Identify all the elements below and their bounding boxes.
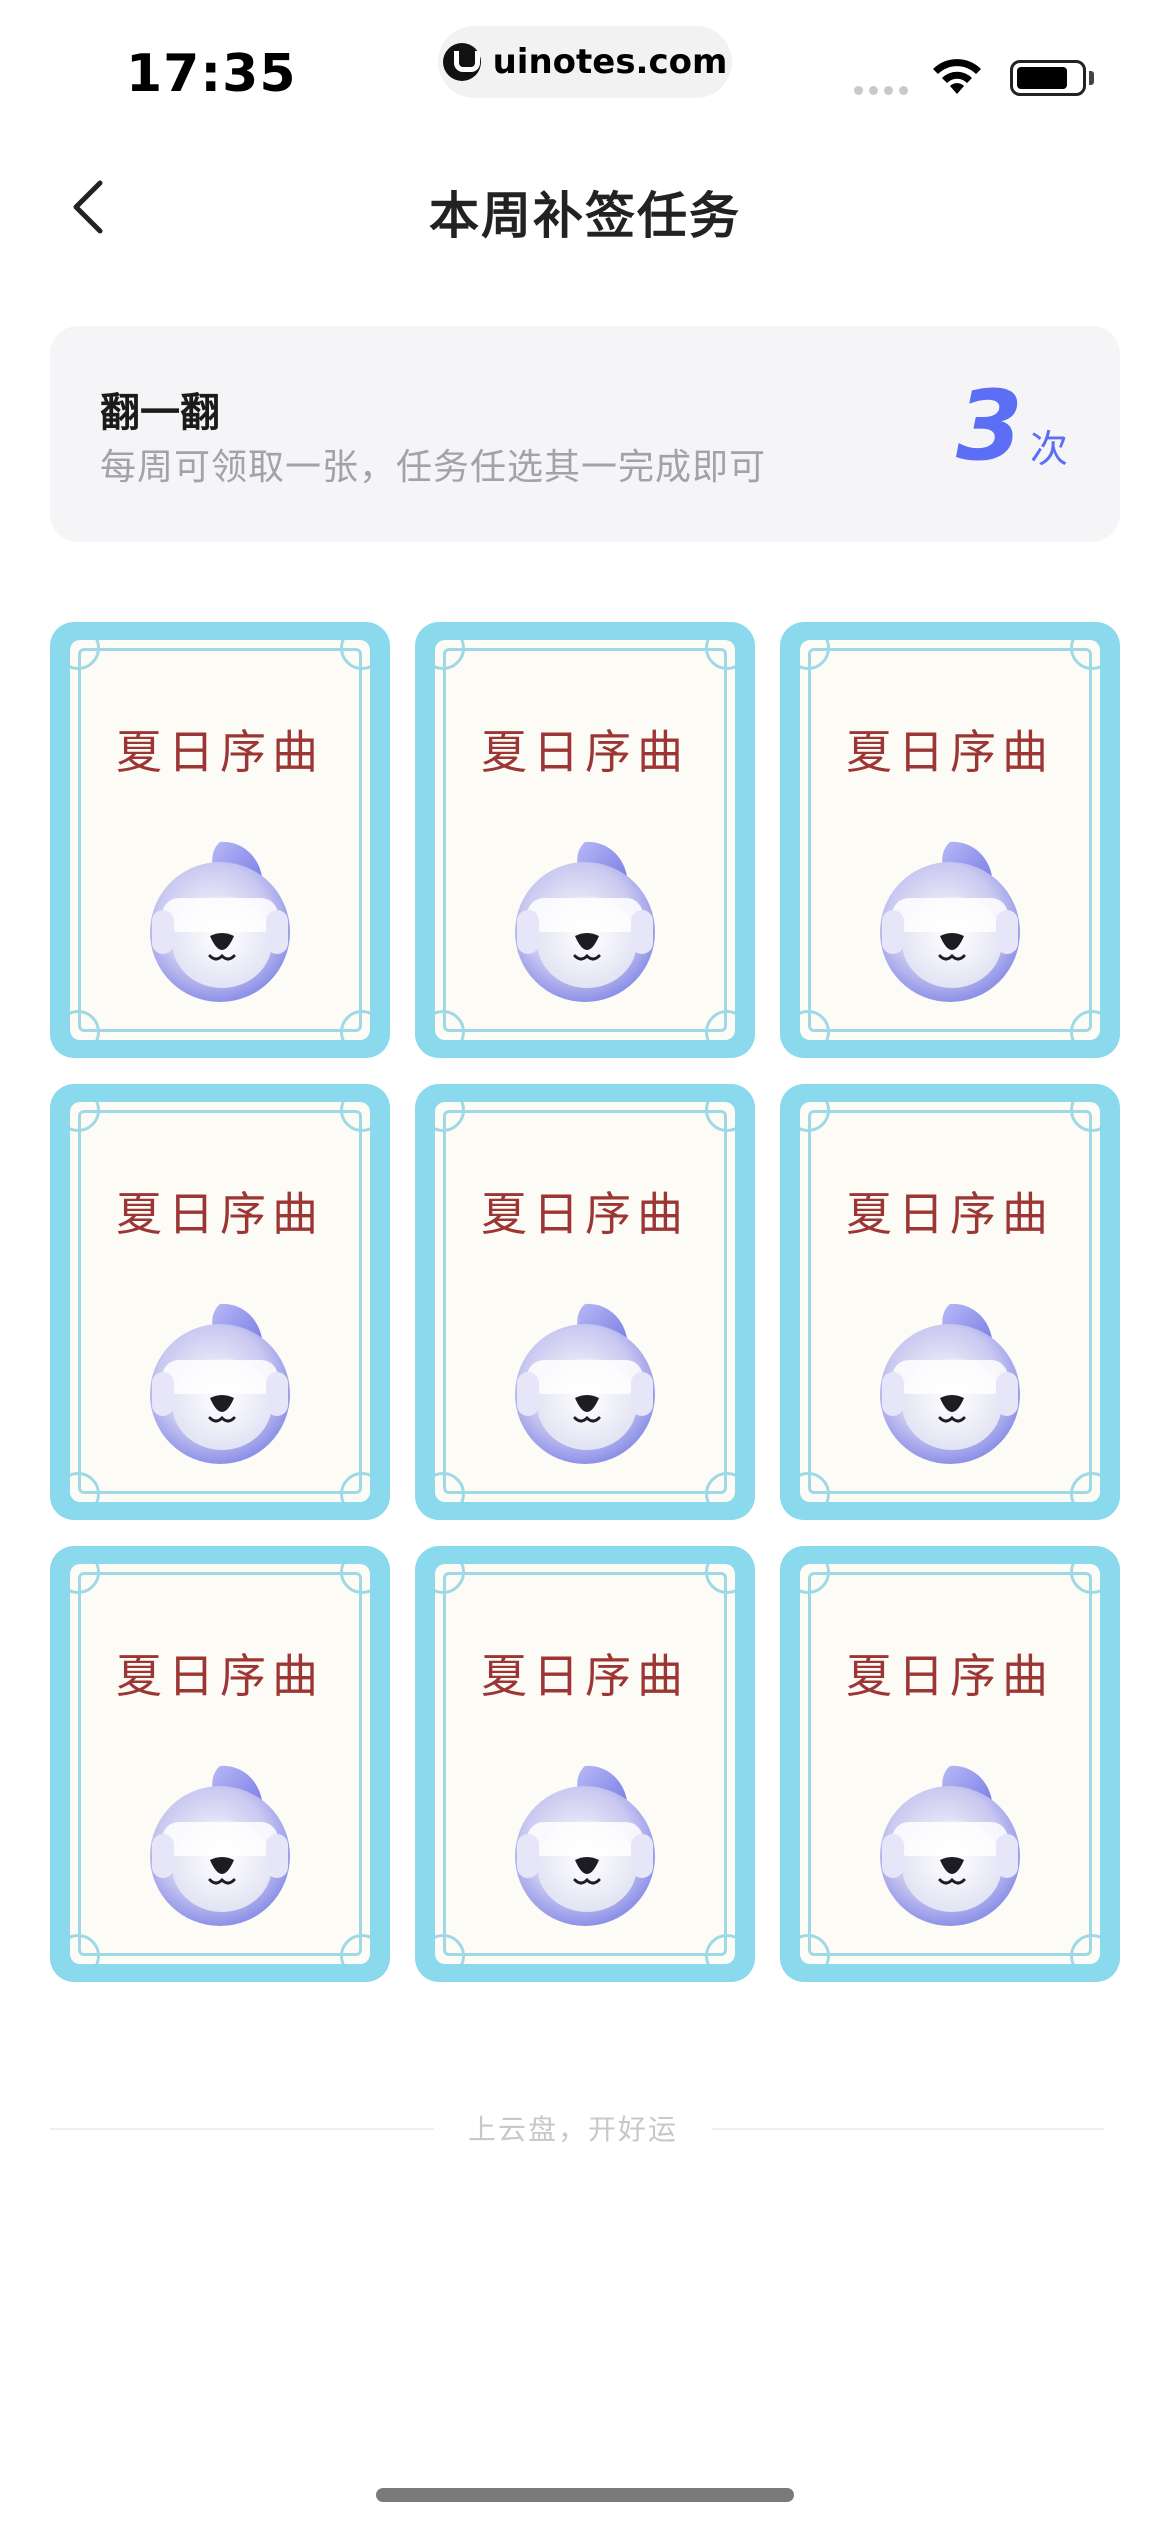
card-face: 夏日序曲 bbox=[435, 1564, 735, 1964]
card-face: 夏日序曲 bbox=[435, 1102, 735, 1502]
page-title: 本周补签任务 bbox=[429, 187, 741, 245]
flip-card[interactable]: 夏日序曲 bbox=[415, 1084, 755, 1520]
status-time: 17:35 bbox=[126, 44, 297, 104]
url-pill[interactable]: uinotes.com bbox=[438, 26, 732, 98]
mascot-icon bbox=[148, 1302, 292, 1466]
flip-card[interactable]: 夏日序曲 bbox=[50, 1546, 390, 1982]
remaining-count: 3 bbox=[956, 370, 1023, 482]
flip-card[interactable]: 夏日序曲 bbox=[780, 1546, 1120, 1982]
card-title: 夏日序曲 bbox=[116, 1649, 324, 1703]
site-logo-icon bbox=[442, 43, 481, 81]
card-face: 夏日序曲 bbox=[800, 1564, 1100, 1964]
footer-slogan: 上云盘，开好运 bbox=[50, 2108, 1104, 2148]
card-face: 夏日序曲 bbox=[70, 1564, 370, 1964]
divider bbox=[50, 2128, 434, 2130]
card-title: 夏日序曲 bbox=[846, 725, 1054, 779]
card-face: 夏日序曲 bbox=[435, 640, 735, 1040]
card-title: 夏日序曲 bbox=[846, 1187, 1054, 1241]
flip-card[interactable]: 夏日序曲 bbox=[415, 1546, 755, 1982]
count-unit: 次 bbox=[1030, 427, 1069, 471]
card-face: 夏日序曲 bbox=[70, 1102, 370, 1502]
signal-icon bbox=[854, 86, 908, 95]
mascot-icon bbox=[878, 1302, 1022, 1466]
mascot-icon bbox=[878, 1764, 1022, 1928]
card-face: 夏日序曲 bbox=[800, 1102, 1100, 1502]
flip-card[interactable]: 夏日序曲 bbox=[50, 1084, 390, 1520]
card-title: 夏日序曲 bbox=[481, 1649, 689, 1703]
mascot-icon bbox=[148, 1764, 292, 1928]
summary-card: 翻一翻 每周可领取一张，任务任选其一完成即可 3 次 bbox=[50, 326, 1120, 542]
divider bbox=[712, 2128, 1104, 2130]
home-indicator[interactable] bbox=[376, 2488, 794, 2502]
mascot-icon bbox=[148, 840, 292, 1004]
card-title: 夏日序曲 bbox=[116, 1187, 324, 1241]
card-title: 夏日序曲 bbox=[481, 1187, 689, 1241]
summary-title: 翻一翻 bbox=[100, 390, 220, 436]
mascot-icon bbox=[513, 1764, 657, 1928]
flip-card[interactable]: 夏日序曲 bbox=[780, 622, 1120, 1058]
card-title: 夏日序曲 bbox=[846, 1649, 1054, 1703]
url-text: uinotes.com bbox=[492, 42, 728, 82]
mascot-icon bbox=[513, 840, 657, 1004]
footer-text: 上云盘，开好运 bbox=[467, 2113, 678, 2146]
flip-card[interactable]: 夏日序曲 bbox=[780, 1084, 1120, 1520]
card-face: 夏日序曲 bbox=[800, 640, 1100, 1040]
battery-icon bbox=[1010, 60, 1086, 96]
mascot-icon bbox=[513, 1302, 657, 1466]
mascot-icon bbox=[878, 840, 1022, 1004]
wifi-icon bbox=[933, 59, 981, 94]
card-face: 夏日序曲 bbox=[70, 640, 370, 1040]
summary-description: 每周可领取一张，任务任选其一完成即可 bbox=[100, 447, 767, 488]
status-bar: 17:35 uinotes.com bbox=[0, 0, 1170, 130]
card-title: 夏日序曲 bbox=[116, 725, 324, 779]
flip-card[interactable]: 夏日序曲 bbox=[50, 622, 390, 1058]
flip-card[interactable]: 夏日序曲 bbox=[415, 622, 755, 1058]
card-title: 夏日序曲 bbox=[481, 725, 689, 779]
battery-cap bbox=[1089, 71, 1094, 85]
